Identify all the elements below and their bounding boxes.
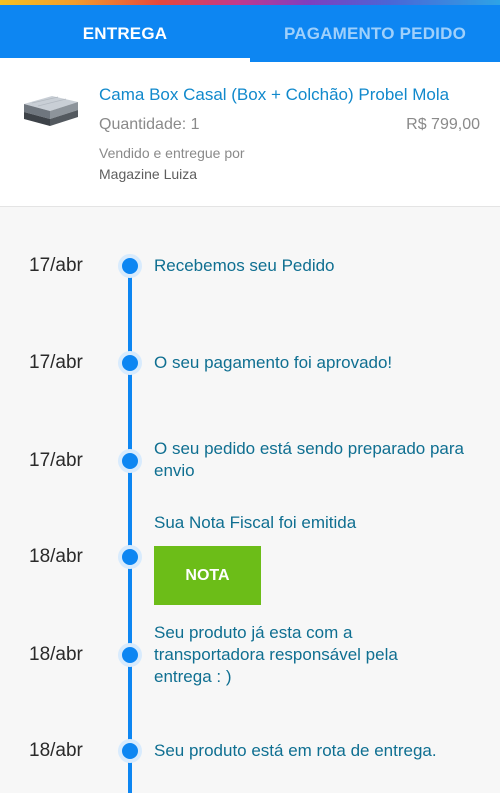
product-card[interactable]: Cama Box Casal (Box + Colchão) Probel Mo… [0,62,500,207]
event-text: O seu pagamento foi aprovado! [154,353,393,372]
event-dot-icon [118,643,142,667]
event-text: O seu pedido está sendo preparado para e… [154,439,465,480]
tab-delivery[interactable]: ENTREGA [0,5,250,62]
tab-bar: ENTREGA PAGAMENTO PEDIDO [0,5,500,62]
sold-by-label: Vendido e entregue por [99,145,245,161]
event-dot-icon [118,351,142,375]
delivery-timeline: 17/abr Recebemos seu Pedido 17/abr O seu… [0,207,500,793]
timeline-line [128,264,132,793]
event-date: 18/abr [29,546,83,567]
event-date: 18/abr [29,644,83,665]
product-price: R$ 799,00 [406,116,480,133]
event-date: 17/abr [29,450,83,471]
event-dot-icon [118,254,142,278]
event-date: 17/abr [29,255,83,276]
event-text: Recebemos seu Pedido [154,256,335,275]
event-date: 17/abr [29,352,83,373]
event-dot-icon [118,449,142,473]
product-name[interactable]: Cama Box Casal (Box + Colchão) Probel Mo… [99,85,449,105]
nota-button[interactable]: NOTA [154,546,261,605]
product-quantity: Quantidade: 1 [99,116,200,133]
event-text: Sua Nota Fiscal foi emitida [154,513,357,532]
order-tracking-screen: ENTREGA PAGAMENTO PEDIDO Cama Box Casal … [0,0,500,793]
seller-name: Magazine Luiza [99,166,198,182]
product-thumbnail [24,96,78,126]
event-dot-icon [118,739,142,763]
event-text: Seu produto está em rota de entrega. [154,741,437,760]
event-dot-icon [118,545,142,569]
event-text: Seu produto já esta com a transportadora… [154,623,398,686]
tab-payment[interactable]: PAGAMENTO PEDIDO [250,5,500,62]
event-date: 18/abr [29,740,83,761]
